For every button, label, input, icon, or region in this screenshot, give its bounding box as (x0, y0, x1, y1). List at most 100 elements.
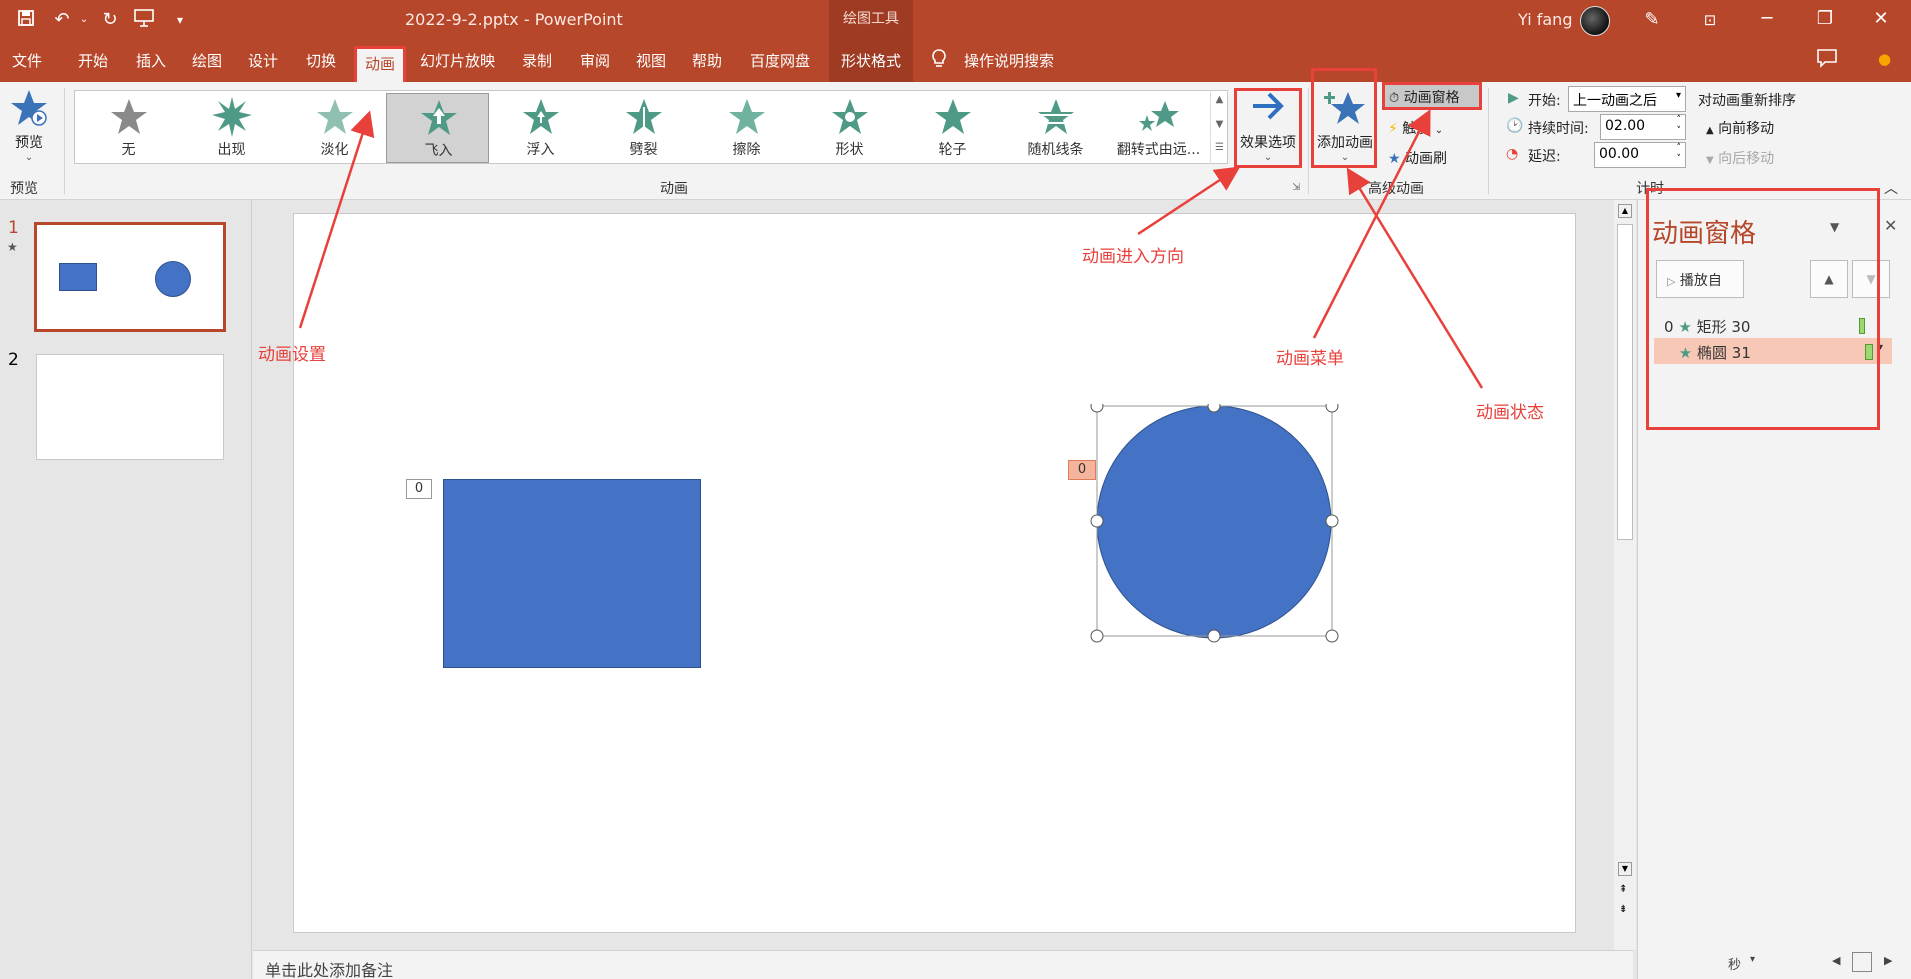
selected-ellipse[interactable] (1084, 404, 1354, 704)
duration-input[interactable]: 02.00 ˄ ˅ (1600, 114, 1686, 140)
avatar[interactable] (1580, 6, 1610, 36)
gallery-label: 轮子 (938, 142, 967, 158)
scroll-up-icon[interactable]: ▲ (1618, 204, 1632, 218)
animation-tag-rectangle[interactable]: 0 (406, 479, 432, 499)
gallery-item-appear[interactable]: 出现 (180, 93, 283, 163)
comment-icon[interactable] (1816, 48, 1838, 72)
pen-icon[interactable]: ✎ (1640, 8, 1664, 32)
prev-slide-icon[interactable]: ⇞ (1619, 884, 1627, 895)
chevron-down-icon: ▾ (1675, 90, 1681, 101)
scroll-down-icon[interactable]: ▼ (1211, 119, 1228, 130)
tab-animations[interactable]: 动画 (354, 46, 407, 82)
next-slide-icon[interactable]: ⇟ (1619, 904, 1627, 915)
present-from-start-icon[interactable] (132, 8, 156, 32)
gallery-label: 浮入 (526, 142, 555, 158)
painter-star-icon: ★ (1388, 151, 1401, 167)
collapse-ribbon-icon[interactable]: ︿ (1884, 178, 1898, 198)
gallery-item-none[interactable]: 无 (77, 93, 180, 163)
tab-insert[interactable]: 插入 (136, 50, 166, 71)
start-select[interactable]: 上一动画之后 ▾ (1568, 86, 1686, 112)
close-button[interactable]: ✕ (1858, 0, 1904, 40)
gallery-more-icon[interactable]: ☰ (1211, 142, 1228, 153)
vertical-scrollbar[interactable]: ▲ ▼ ⇞ ⇟ (1614, 200, 1636, 950)
annotation-entry-direction: 动画进入方向 (1082, 247, 1184, 267)
zoom-box[interactable] (1852, 952, 1872, 972)
gallery-item-grow-turn[interactable]: 翻转式由远... (1107, 93, 1210, 163)
notification-dot-icon[interactable]: ● (1878, 50, 1891, 68)
tab-draw[interactable]: 绘图 (192, 50, 222, 71)
move-later-label: 向后移动 (1718, 151, 1775, 167)
redo-icon[interactable]: ↻ (98, 8, 122, 32)
tab-design[interactable]: 设计 (248, 50, 278, 71)
resize-handle[interactable] (1207, 629, 1221, 643)
gallery-item-random-bars[interactable]: 随机线条 (1004, 93, 1107, 163)
notes-pane[interactable]: 单击此处添加备注 (253, 950, 1633, 979)
gallery-item-float-in[interactable]: 浮入 (489, 93, 592, 163)
ellipse-shape[interactable] (1096, 405, 1332, 639)
slide-thumbnail-1[interactable] (34, 222, 226, 332)
save-icon[interactable] (14, 8, 38, 32)
scroll-thumb[interactable] (1617, 224, 1633, 540)
tab-home[interactable]: 开始 (78, 50, 108, 71)
drawing-tools-label: 绘图工具 (829, 0, 913, 40)
resize-handle[interactable] (1207, 404, 1221, 413)
appear-star-icon (212, 97, 252, 137)
animation-painter-label: 动画刷 (1405, 151, 1448, 167)
gallery-label: 擦除 (732, 142, 761, 158)
spinner-icon[interactable]: ˄ ˅ (1677, 143, 1682, 165)
dialog-launcher-icon[interactable]: ⇲ (1292, 182, 1300, 193)
title-bar: ↶ ⌄ ↻ ▾ 2022-9-2.pptx - PowerPoint 绘图工具 … (0, 0, 1911, 40)
tab-review[interactable]: 审阅 (580, 50, 610, 71)
animation-painter-button[interactable]: ★ 动画刷 (1388, 148, 1447, 168)
gallery-item-wheel[interactable]: 轮子 (901, 93, 1004, 163)
minimize-button[interactable]: ─ (1744, 0, 1790, 40)
tab-help[interactable]: 帮助 (692, 50, 722, 71)
zoom-in-icon[interactable]: ▶ (1884, 954, 1892, 967)
preview-button[interactable]: 预览 ⌄ (6, 88, 52, 163)
restore-button[interactable]: ❐ (1802, 0, 1848, 40)
user-name[interactable]: Yi fang (1518, 10, 1572, 29)
preview-label: 预览 (15, 135, 43, 151)
undo-icon[interactable]: ↶ (50, 8, 74, 32)
close-icon[interactable]: ✕ (1884, 216, 1897, 235)
trigger-button[interactable]: ⚡ 触发 ⌄ (1388, 118, 1443, 138)
gallery-item-fly-in[interactable]: 飞入 (386, 93, 489, 163)
gallery-item-wipe[interactable]: 擦除 (695, 93, 798, 163)
zoom-out-icon[interactable]: ◀ (1832, 954, 1840, 967)
tab-file[interactable]: 文件 (12, 50, 42, 71)
move-later-button[interactable]: ▼ 向后移动 (1706, 148, 1774, 168)
gallery-item-fade[interactable]: 淡化 (283, 93, 386, 163)
undo-dropdown-icon[interactable]: ⌄ (72, 8, 96, 32)
tell-me-search[interactable]: 操作说明搜索 (964, 50, 1054, 71)
resize-handle[interactable] (1090, 404, 1104, 413)
tab-slideshow[interactable]: 幻灯片放映 (420, 50, 495, 71)
resize-handle[interactable] (1325, 514, 1339, 528)
rectangle-shape[interactable] (443, 479, 701, 668)
slide-canvas[interactable]: 0 0 (293, 213, 1576, 933)
resize-handle[interactable] (1090, 514, 1104, 528)
start-value: 上一动画之后 (1573, 93, 1657, 109)
gallery-label: 劈裂 (629, 142, 658, 158)
resize-handle[interactable] (1090, 629, 1104, 643)
gallery-item-shape[interactable]: 形状 (798, 93, 901, 163)
gallery-scroll[interactable]: ▲ ▼ ☰ (1210, 90, 1228, 164)
resize-handle[interactable] (1325, 404, 1339, 413)
tab-view[interactable]: 视图 (636, 50, 666, 71)
delay-input[interactable]: 00.00 ˄ ˅ (1594, 142, 1686, 168)
customize-toolbar-icon[interactable]: ▾ (168, 8, 192, 32)
slide-thumbnail-2[interactable] (36, 354, 224, 460)
scroll-up-icon[interactable]: ▲ (1211, 94, 1228, 105)
move-earlier-button[interactable]: ▲ 向前移动 (1706, 118, 1774, 138)
resize-handle[interactable] (1325, 629, 1339, 643)
ribbon-display-icon[interactable]: ⊡ (1698, 8, 1722, 32)
tab-baidu-netdisk[interactable]: 百度网盘 (750, 50, 810, 71)
tab-record[interactable]: 录制 (522, 50, 552, 71)
gallery-item-split[interactable]: 劈裂 (592, 93, 695, 163)
move-earlier-label: 向前移动 (1718, 121, 1775, 137)
spinner-icon[interactable]: ˄ ˅ (1677, 115, 1682, 137)
seconds-dropdown-icon[interactable]: ▾ (1750, 954, 1755, 965)
annotation-anim-status: 动画状态 (1476, 403, 1544, 423)
tab-shape-format[interactable]: 形状格式 (829, 40, 914, 82)
scroll-down-icon[interactable]: ▼ (1618, 862, 1632, 876)
tab-transitions[interactable]: 切换 (306, 50, 336, 71)
